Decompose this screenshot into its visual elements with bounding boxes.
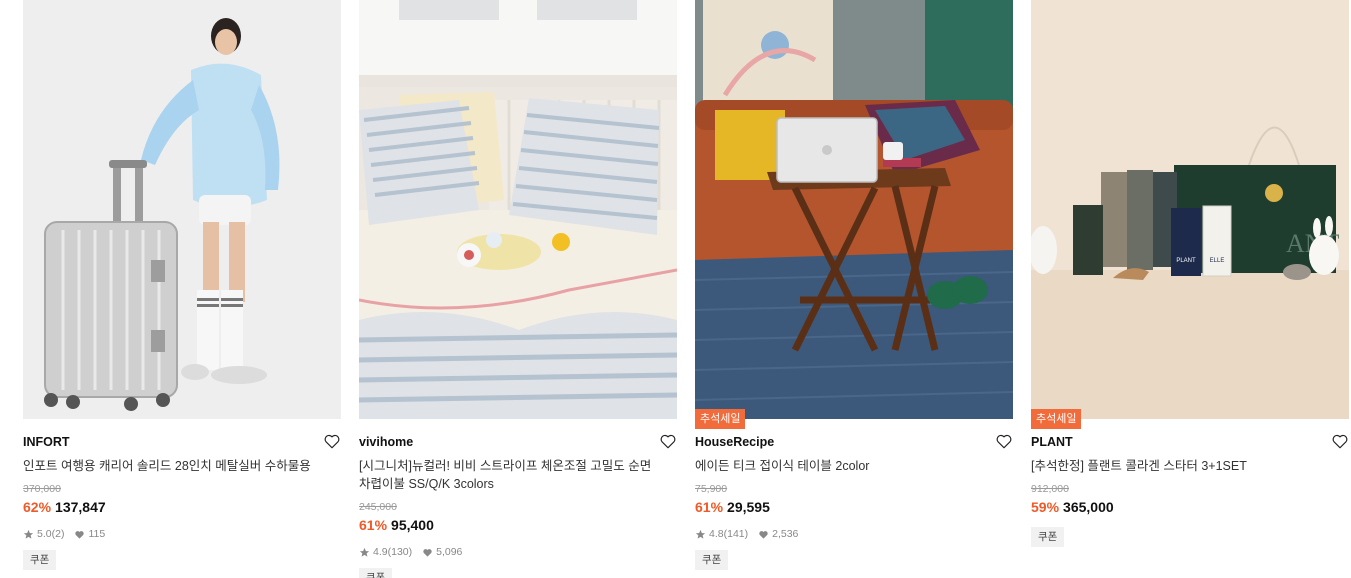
price-row: 59% 365,000 (1031, 499, 1114, 515)
product-image[interactable] (359, 0, 677, 419)
heart-filled-icon (759, 530, 768, 539)
rating-value: 5.0 (37, 528, 52, 540)
sale-badge: 추석세일 (1031, 409, 1082, 429)
product-image[interactable] (23, 0, 341, 419)
brand-name[interactable]: vivihome (359, 435, 413, 449)
product-title[interactable]: 인포트 여행용 캐리어 솔리드 28인치 메탈실버 수하물용 (23, 457, 329, 475)
review-count: (141) (723, 528, 749, 540)
price-row: 61% 29,595 (695, 499, 770, 515)
like-count: 115 (88, 528, 106, 540)
rating-value: 4.8 (709, 528, 724, 540)
heart-outline-icon[interactable] (1331, 432, 1349, 450)
heart-filled-icon (75, 530, 85, 539)
like-count: 5,096 (436, 546, 463, 558)
discount-rate: 62% (23, 499, 52, 515)
brand-name[interactable]: HouseRecipe (695, 435, 774, 449)
sale-price: 95,400 (391, 517, 434, 533)
brand-name[interactable]: PLANT (1031, 435, 1073, 449)
coupon-badge: 쿠폰 (695, 550, 729, 570)
product-title[interactable]: 에이든 티크 접이식 테이블 2color (695, 457, 1001, 475)
discount-rate: 59% (1031, 499, 1060, 515)
product-title[interactable]: [추석한정] 플랜트 콜라겐 스타터 3+1SET (1031, 457, 1337, 475)
heart-outline-icon[interactable] (323, 432, 341, 450)
coupon-badge: 쿠폰 (1031, 527, 1065, 547)
review-count: (130) (387, 546, 413, 558)
product-title[interactable]: [시그니처]뉴컬러! 비비 스트라이프 체온조절 고밀도 순면 차렵이불 SS/… (359, 457, 665, 493)
discount-rate: 61% (695, 499, 724, 515)
coupon-badge: 쿠폰 (23, 550, 57, 570)
heart-outline-icon[interactable] (995, 432, 1013, 450)
product-grid: INFORT 인포트 여행용 캐리어 솔리드 28인치 메탈실버 수하물용 37… (23, 0, 1349, 578)
box-logo-text: PLANT (1176, 258, 1196, 264)
product-image[interactable]: ANT PLANT ELLE (1031, 0, 1349, 419)
product-card[interactable]: 추석세일 HouseRecipe 에이든 티크 접이식 테이블 2color 7… (695, 0, 1013, 578)
star-icon (359, 547, 370, 557)
sale-price: 137,847 (55, 499, 106, 515)
discount-rate: 61% (359, 517, 388, 533)
brand-name[interactable]: INFORT (23, 435, 70, 449)
star-icon (23, 529, 34, 539)
original-price: 75,900 (695, 483, 728, 495)
sale-price: 29,595 (727, 499, 770, 515)
product-stats: 5.0 (2) 115 (23, 528, 105, 540)
star-icon (695, 529, 706, 539)
rating-value: 4.9 (373, 546, 388, 558)
price-row: 62% 137,847 (23, 499, 106, 515)
product-card[interactable]: ANT PLANT ELLE (1031, 0, 1349, 578)
product-card[interactable]: vivihome [시그니처]뉴컬러! 비비 스트라이프 체온조절 고밀도 순면… (359, 0, 677, 578)
sale-price: 365,000 (1063, 499, 1114, 515)
price-row: 61% 95,400 (359, 517, 434, 533)
coupon-badge: 쿠폰 (359, 568, 393, 578)
product-stats: 4.8 (141) 2,536 (695, 528, 798, 540)
original-price: 370,000 (23, 483, 61, 495)
product-stats: 4.9 (130) 5,096 (359, 546, 462, 558)
box-logo-text: ELLE (1210, 258, 1225, 264)
heart-filled-icon (423, 548, 432, 557)
product-card[interactable]: INFORT 인포트 여행용 캐리어 솔리드 28인치 메탈실버 수하물용 37… (23, 0, 341, 578)
heart-outline-icon[interactable] (659, 432, 677, 450)
review-count: (2) (51, 528, 65, 540)
sale-badge: 추석세일 (695, 409, 746, 429)
original-price: 912,000 (1031, 483, 1069, 495)
original-price: 245,000 (359, 501, 397, 513)
product-image[interactable] (695, 0, 1013, 419)
like-count: 2,536 (772, 528, 799, 540)
